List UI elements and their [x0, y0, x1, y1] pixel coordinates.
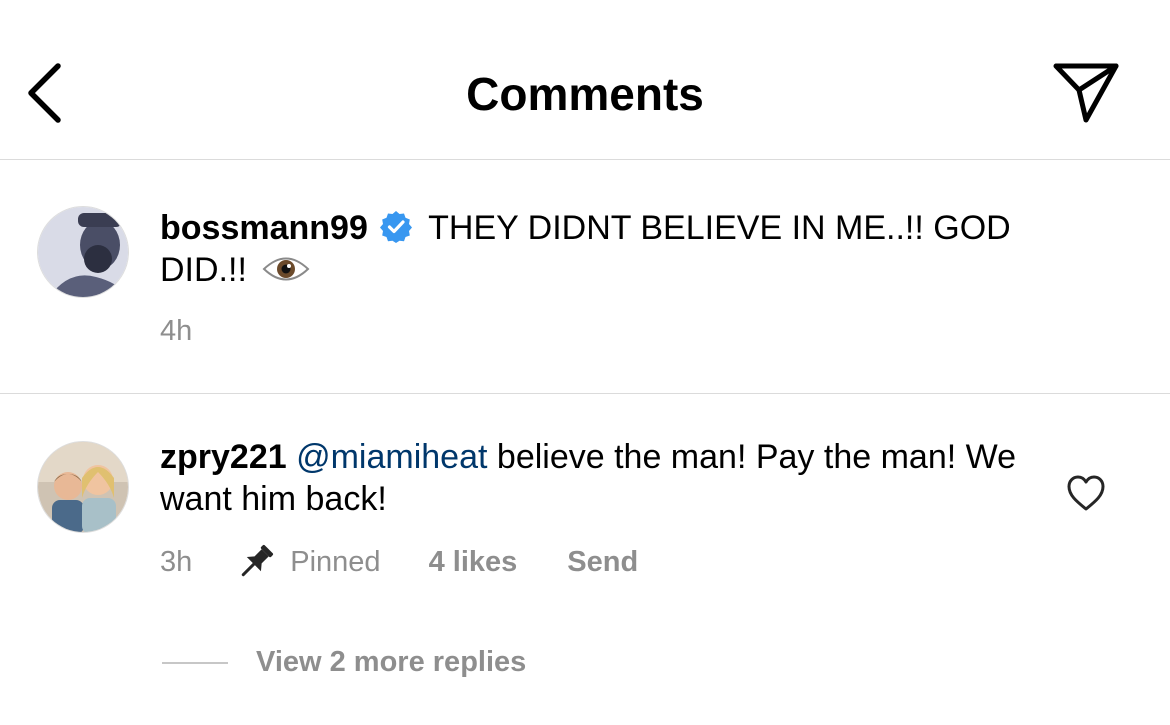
pin-icon [242, 544, 274, 577]
page-title: Comments [466, 68, 704, 120]
paper-plane-icon [1053, 63, 1119, 123]
like-button[interactable] [1066, 474, 1106, 512]
heart-outline-icon [1067, 475, 1105, 511]
send-link[interactable]: Send [567, 544, 638, 580]
comment-avatar[interactable] [37, 441, 129, 533]
comment-username[interactable]: zpry221 [160, 438, 287, 476]
caption-avatar[interactable] [37, 206, 129, 298]
view-replies-label[interactable]: View 2 more replies [256, 646, 526, 679]
verified-badge-icon [380, 211, 413, 243]
comment-body: believe the man! Pay the man! We want hi… [160, 438, 1017, 518]
caption-text-block: bossmann99 THEY DIDNT BELIEVE IN ME..!! … [160, 207, 1080, 291]
comment-time: 3h [160, 546, 193, 578]
view-replies[interactable]: View 2 more replies [162, 646, 526, 679]
comment-mention-link[interactable]: @miamiheat [296, 438, 487, 476]
replies-divider-line [162, 661, 228, 664]
likes-count-link[interactable]: 4 likes [429, 544, 518, 580]
caption-meta: 4h [160, 313, 192, 349]
pinned-label: Pinned [290, 546, 381, 578]
header-bar: Comments [0, 0, 1170, 160]
comment-meta: 3h Pinned 4 likes Send [160, 542, 638, 582]
share-button[interactable] [1050, 60, 1122, 126]
caption-time: 4h [160, 315, 193, 347]
section-divider [0, 393, 1170, 394]
caption-username[interactable]: bossmann99 [160, 209, 368, 247]
eye-emoji-icon [262, 257, 310, 281]
comment-text-block: zpry221 @miamiheat believe the man! Pay … [160, 436, 1020, 520]
